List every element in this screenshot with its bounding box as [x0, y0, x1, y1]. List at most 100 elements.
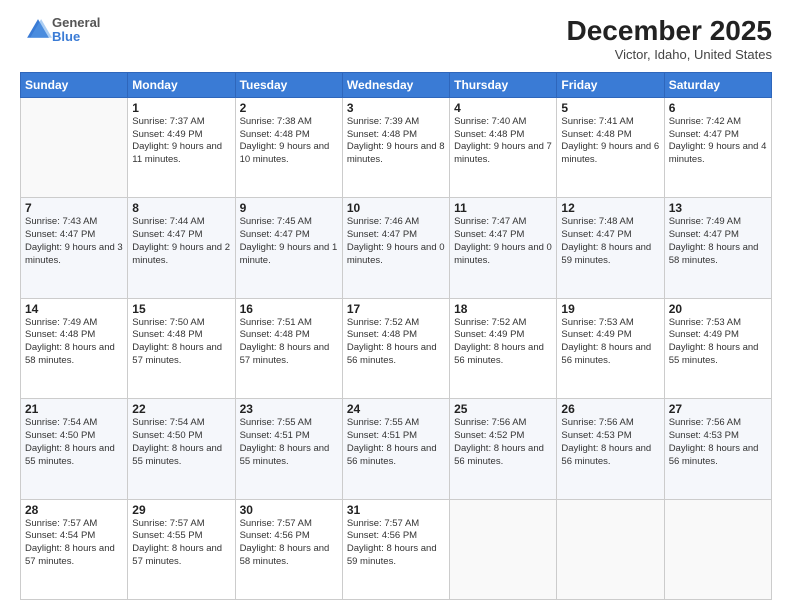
day-info: Sunrise: 7:57 AMSunset: 4:56 PMDaylight:… [240, 518, 338, 569]
day-info: Sunrise: 7:50 AMSunset: 4:48 PMDaylight:… [132, 317, 230, 368]
calendar-cell: 14Sunrise: 7:49 AMSunset: 4:48 PMDayligh… [21, 298, 128, 398]
day-number: 22 [132, 402, 230, 416]
calendar-cell: 4Sunrise: 7:40 AMSunset: 4:48 PMDaylight… [450, 97, 557, 197]
calendar-cell: 24Sunrise: 7:55 AMSunset: 4:51 PMDayligh… [342, 399, 449, 499]
calendar-cell: 17Sunrise: 7:52 AMSunset: 4:48 PMDayligh… [342, 298, 449, 398]
calendar-cell: 19Sunrise: 7:53 AMSunset: 4:49 PMDayligh… [557, 298, 664, 398]
weekday-header: Sunday [21, 72, 128, 97]
calendar-cell: 31Sunrise: 7:57 AMSunset: 4:56 PMDayligh… [342, 499, 449, 599]
calendar-row: 28Sunrise: 7:57 AMSunset: 4:54 PMDayligh… [21, 499, 772, 599]
logo-general: General [52, 16, 100, 30]
calendar-cell [557, 499, 664, 599]
day-info: Sunrise: 7:53 AMSunset: 4:49 PMDaylight:… [669, 317, 767, 368]
day-number: 20 [669, 302, 767, 316]
day-info: Sunrise: 7:54 AMSunset: 4:50 PMDaylight:… [132, 417, 230, 468]
day-number: 30 [240, 503, 338, 517]
day-number: 11 [454, 201, 552, 215]
day-info: Sunrise: 7:52 AMSunset: 4:48 PMDaylight:… [347, 317, 445, 368]
page: General Blue December 2025 Victor, Idaho… [0, 0, 792, 612]
day-number: 27 [669, 402, 767, 416]
day-info: Sunrise: 7:52 AMSunset: 4:49 PMDaylight:… [454, 317, 552, 368]
calendar-cell [21, 97, 128, 197]
day-number: 19 [561, 302, 659, 316]
day-info: Sunrise: 7:39 AMSunset: 4:48 PMDaylight:… [347, 116, 445, 167]
day-info: Sunrise: 7:46 AMSunset: 4:47 PMDaylight:… [347, 216, 445, 267]
calendar-cell [664, 499, 771, 599]
day-number: 10 [347, 201, 445, 215]
day-number: 12 [561, 201, 659, 215]
calendar-header-row: SundayMondayTuesdayWednesdayThursdayFrid… [21, 72, 772, 97]
day-number: 14 [25, 302, 123, 316]
day-number: 23 [240, 402, 338, 416]
calendar-cell: 3Sunrise: 7:39 AMSunset: 4:48 PMDaylight… [342, 97, 449, 197]
calendar-cell: 21Sunrise: 7:54 AMSunset: 4:50 PMDayligh… [21, 399, 128, 499]
day-info: Sunrise: 7:56 AMSunset: 4:52 PMDaylight:… [454, 417, 552, 468]
day-info: Sunrise: 7:41 AMSunset: 4:48 PMDaylight:… [561, 116, 659, 167]
weekday-header: Tuesday [235, 72, 342, 97]
calendar-cell: 2Sunrise: 7:38 AMSunset: 4:48 PMDaylight… [235, 97, 342, 197]
day-number: 26 [561, 402, 659, 416]
logo-blue: Blue [52, 30, 100, 44]
calendar-cell: 7Sunrise: 7:43 AMSunset: 4:47 PMDaylight… [21, 198, 128, 298]
location: Victor, Idaho, United States [567, 47, 772, 62]
day-number: 2 [240, 101, 338, 115]
day-info: Sunrise: 7:38 AMSunset: 4:48 PMDaylight:… [240, 116, 338, 167]
day-info: Sunrise: 7:55 AMSunset: 4:51 PMDaylight:… [347, 417, 445, 468]
day-info: Sunrise: 7:37 AMSunset: 4:49 PMDaylight:… [132, 116, 230, 167]
day-number: 1 [132, 101, 230, 115]
calendar-cell: 22Sunrise: 7:54 AMSunset: 4:50 PMDayligh… [128, 399, 235, 499]
calendar-cell: 23Sunrise: 7:55 AMSunset: 4:51 PMDayligh… [235, 399, 342, 499]
calendar-cell: 13Sunrise: 7:49 AMSunset: 4:47 PMDayligh… [664, 198, 771, 298]
day-number: 15 [132, 302, 230, 316]
calendar-cell: 27Sunrise: 7:56 AMSunset: 4:53 PMDayligh… [664, 399, 771, 499]
calendar-cell [450, 499, 557, 599]
calendar-row: 7Sunrise: 7:43 AMSunset: 4:47 PMDaylight… [21, 198, 772, 298]
day-number: 5 [561, 101, 659, 115]
day-info: Sunrise: 7:56 AMSunset: 4:53 PMDaylight:… [669, 417, 767, 468]
day-info: Sunrise: 7:56 AMSunset: 4:53 PMDaylight:… [561, 417, 659, 468]
calendar-cell: 10Sunrise: 7:46 AMSunset: 4:47 PMDayligh… [342, 198, 449, 298]
weekday-header: Saturday [664, 72, 771, 97]
day-info: Sunrise: 7:49 AMSunset: 4:48 PMDaylight:… [25, 317, 123, 368]
day-info: Sunrise: 7:49 AMSunset: 4:47 PMDaylight:… [669, 216, 767, 267]
day-info: Sunrise: 7:57 AMSunset: 4:55 PMDaylight:… [132, 518, 230, 569]
month-title: December 2025 [567, 16, 772, 47]
calendar-table: SundayMondayTuesdayWednesdayThursdayFrid… [20, 72, 772, 600]
day-number: 3 [347, 101, 445, 115]
day-info: Sunrise: 7:55 AMSunset: 4:51 PMDaylight:… [240, 417, 338, 468]
calendar-row: 1Sunrise: 7:37 AMSunset: 4:49 PMDaylight… [21, 97, 772, 197]
day-info: Sunrise: 7:43 AMSunset: 4:47 PMDaylight:… [25, 216, 123, 267]
day-number: 25 [454, 402, 552, 416]
calendar-cell: 8Sunrise: 7:44 AMSunset: 4:47 PMDaylight… [128, 198, 235, 298]
calendar-cell: 26Sunrise: 7:56 AMSunset: 4:53 PMDayligh… [557, 399, 664, 499]
logo-icon [24, 16, 52, 44]
weekday-header: Thursday [450, 72, 557, 97]
calendar-cell: 20Sunrise: 7:53 AMSunset: 4:49 PMDayligh… [664, 298, 771, 398]
day-number: 21 [25, 402, 123, 416]
day-number: 29 [132, 503, 230, 517]
day-number: 8 [132, 201, 230, 215]
day-number: 13 [669, 201, 767, 215]
calendar-cell: 29Sunrise: 7:57 AMSunset: 4:55 PMDayligh… [128, 499, 235, 599]
day-info: Sunrise: 7:42 AMSunset: 4:47 PMDaylight:… [669, 116, 767, 167]
calendar-cell: 1Sunrise: 7:37 AMSunset: 4:49 PMDaylight… [128, 97, 235, 197]
weekday-header: Monday [128, 72, 235, 97]
day-info: Sunrise: 7:44 AMSunset: 4:47 PMDaylight:… [132, 216, 230, 267]
day-info: Sunrise: 7:47 AMSunset: 4:47 PMDaylight:… [454, 216, 552, 267]
calendar-cell: 30Sunrise: 7:57 AMSunset: 4:56 PMDayligh… [235, 499, 342, 599]
calendar-cell: 11Sunrise: 7:47 AMSunset: 4:47 PMDayligh… [450, 198, 557, 298]
calendar-row: 21Sunrise: 7:54 AMSunset: 4:50 PMDayligh… [21, 399, 772, 499]
day-number: 16 [240, 302, 338, 316]
day-number: 28 [25, 503, 123, 517]
logo: General Blue [20, 16, 100, 45]
day-number: 4 [454, 101, 552, 115]
weekday-header: Friday [557, 72, 664, 97]
day-info: Sunrise: 7:53 AMSunset: 4:49 PMDaylight:… [561, 317, 659, 368]
day-info: Sunrise: 7:54 AMSunset: 4:50 PMDaylight:… [25, 417, 123, 468]
logo-text: General Blue [52, 16, 100, 45]
title-block: December 2025 Victor, Idaho, United Stat… [567, 16, 772, 62]
day-number: 24 [347, 402, 445, 416]
calendar-cell: 5Sunrise: 7:41 AMSunset: 4:48 PMDaylight… [557, 97, 664, 197]
day-number: 6 [669, 101, 767, 115]
calendar-cell: 18Sunrise: 7:52 AMSunset: 4:49 PMDayligh… [450, 298, 557, 398]
